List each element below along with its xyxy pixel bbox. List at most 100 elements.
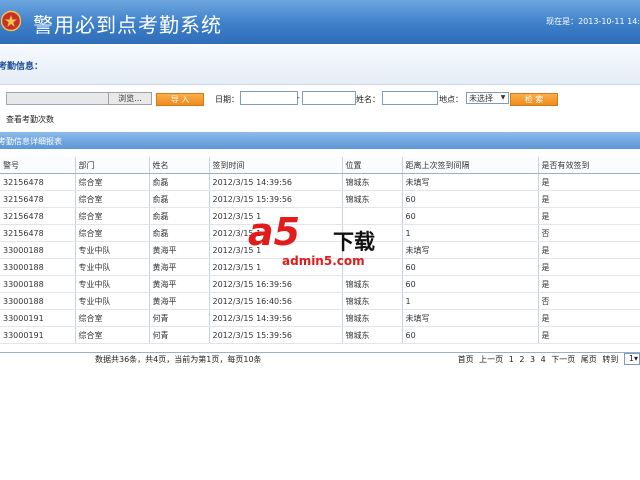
cell-signin-time: 2012/3/15 14:39:56 bbox=[209, 173, 343, 191]
last-page-link[interactable]: 尾页 bbox=[581, 355, 597, 364]
cell-badge-no: 33000188 bbox=[0, 275, 76, 293]
cell-valid: 是 bbox=[538, 241, 640, 259]
cell-interval: 60 bbox=[402, 207, 539, 225]
pager-summary: 数据共36条，共4页，当前为第1页，每页10条 bbox=[95, 355, 262, 364]
location-select-value: 未选择 bbox=[469, 94, 493, 103]
cell-location: 锦城东 bbox=[342, 309, 403, 327]
cell-badge-no: 33000188 bbox=[0, 292, 76, 310]
date-separator: - bbox=[297, 93, 300, 102]
cell-signin-time: 2012/3/15 16:39:56 bbox=[209, 275, 343, 293]
browse-button[interactable]: 浏览... bbox=[108, 92, 152, 105]
file-path-input[interactable] bbox=[6, 92, 110, 105]
import-button[interactable]: 导 入 bbox=[156, 93, 204, 106]
cell-department: 专业中队 bbox=[75, 275, 150, 293]
cell-valid: 否 bbox=[538, 224, 640, 242]
page-link-4[interactable]: 4 bbox=[541, 355, 546, 364]
cell-department: 专业中队 bbox=[75, 258, 150, 276]
cell-signin-time: 2012/3/15 15:39:56 bbox=[209, 190, 343, 208]
goto-page-value: 1 bbox=[628, 354, 634, 363]
cell-valid: 是 bbox=[538, 326, 640, 344]
cell-name: 黄海平 bbox=[149, 292, 210, 310]
cell-signin-time: 2012/3/15 16:40:56 bbox=[209, 292, 343, 310]
cell-department: 综合室 bbox=[75, 207, 150, 225]
cell-name: 何青 bbox=[149, 326, 210, 344]
watermark-text: 下载 bbox=[333, 230, 375, 254]
cell-valid: 否 bbox=[538, 292, 640, 310]
page-link-3[interactable]: 3 bbox=[530, 355, 535, 364]
cell-department: 综合室 bbox=[75, 326, 150, 344]
cell-name: 何青 bbox=[149, 309, 210, 327]
cell-interval: 60 bbox=[402, 190, 539, 208]
table-header-row: 警号 部门 姓名 签到时间 位置 距离上次签到间隔 是否有效签到 bbox=[0, 157, 640, 174]
location-label: 地点： bbox=[439, 95, 463, 104]
cell-department: 综合室 bbox=[75, 224, 150, 242]
table-row: 32156478 综合室 俞磊 2012/3/15 15:39:56 锦城东 60 是 bbox=[0, 190, 640, 208]
cell-name: 俞磊 bbox=[149, 207, 210, 225]
col-header-name: 姓名 bbox=[149, 157, 210, 174]
cell-valid: 是 bbox=[538, 275, 640, 293]
cell-valid: 是 bbox=[538, 190, 640, 208]
goto-label: 转到 bbox=[602, 354, 619, 364]
cell-interval: 60 bbox=[402, 275, 539, 293]
cell-interval: 1 bbox=[402, 224, 539, 242]
cell-badge-no: 32156478 bbox=[0, 173, 76, 191]
watermark-url: admin5.com bbox=[282, 254, 365, 268]
police-emblem-icon bbox=[1, 10, 21, 32]
next-page-link[interactable]: 下一页 bbox=[551, 355, 575, 364]
cell-name: 俞磊 bbox=[149, 190, 210, 208]
watermark-logo: a5 下载 admin5.com bbox=[248, 210, 393, 272]
cell-location: 锦城东 bbox=[342, 326, 403, 344]
cell-department: 专业中队 bbox=[75, 241, 150, 259]
report-title-bar: 考勤信息详细报表 bbox=[0, 132, 640, 149]
location-select[interactable]: 未选择 ▼ bbox=[466, 92, 509, 104]
cell-badge-no: 33000188 bbox=[0, 241, 76, 259]
app-title: 警用必到点考勤系统 bbox=[33, 13, 222, 37]
cell-valid: 是 bbox=[538, 309, 640, 327]
section-bar: 考勤信息： bbox=[0, 46, 640, 85]
cell-badge-no: 33000188 bbox=[0, 258, 76, 276]
cell-department: 综合室 bbox=[75, 309, 150, 327]
col-header-department: 部门 bbox=[75, 157, 150, 174]
cell-name: 俞磊 bbox=[149, 224, 210, 242]
cell-interval: 未填写 bbox=[402, 241, 539, 259]
view-count-link[interactable]: 查看考勤次数 bbox=[6, 114, 54, 125]
start-date-input[interactable] bbox=[240, 91, 298, 105]
cell-department: 综合室 bbox=[75, 173, 150, 191]
cell-badge-no: 33000191 bbox=[0, 309, 76, 327]
cell-location: 锦城东 bbox=[342, 292, 403, 310]
cell-signin-time: 2012/3/15 14:39:56 bbox=[209, 309, 343, 327]
page-link-1[interactable]: 1 bbox=[509, 355, 514, 364]
cell-badge-no: 33000191 bbox=[0, 326, 76, 344]
table-row: 33000191 综合室 何青 2012/3/15 15:39:56 锦城东 60 是 bbox=[0, 326, 640, 344]
cell-department: 专业中队 bbox=[75, 292, 150, 310]
date-label: 日期： bbox=[215, 95, 239, 104]
first-page-link[interactable]: 首页 bbox=[458, 355, 474, 364]
cell-name: 黄海平 bbox=[149, 241, 210, 259]
cell-interval: 60 bbox=[402, 258, 539, 276]
cell-badge-no: 32156478 bbox=[0, 190, 76, 208]
watermark-mark: a5 bbox=[248, 210, 301, 254]
cell-badge-no: 32156478 bbox=[0, 207, 76, 225]
cell-name: 俞磊 bbox=[149, 173, 210, 191]
cell-department: 综合室 bbox=[75, 190, 150, 208]
cell-interval: 未填写 bbox=[402, 309, 539, 327]
table-row: 32156478 综合室 俞磊 2012/3/15 14:39:56 锦城东 未填写是 bbox=[0, 173, 640, 191]
chevron-down-icon: ▼ bbox=[500, 94, 506, 101]
page-link-2[interactable]: 2 bbox=[519, 355, 524, 364]
search-button[interactable]: 检 索 bbox=[510, 93, 558, 106]
pager: 首页 上一页 1 2 3 4 下一页 尾页 转到 1▾ bbox=[455, 353, 640, 365]
end-date-input[interactable] bbox=[302, 91, 356, 105]
cell-valid: 是 bbox=[538, 173, 640, 191]
prev-page-link[interactable]: 上一页 bbox=[479, 355, 503, 364]
goto-page-select[interactable]: 1▾ bbox=[623, 353, 640, 365]
name-input[interactable] bbox=[382, 91, 438, 105]
cell-badge-no: 32156478 bbox=[0, 224, 76, 242]
cell-interval: 1 bbox=[402, 292, 539, 310]
report-title: 考勤信息详细报表 bbox=[0, 137, 62, 146]
section-title: 考勤信息： bbox=[0, 62, 44, 72]
table-row: 33000191 综合室 何青 2012/3/15 14:39:56 锦城东 未填写是 bbox=[0, 309, 640, 327]
cell-location: 锦城东 bbox=[342, 173, 403, 191]
col-header-badge-no: 警号 bbox=[0, 157, 76, 174]
name-label: 姓名： bbox=[356, 95, 380, 104]
cell-signin-time: 2012/3/15 15:39:56 bbox=[209, 326, 343, 344]
